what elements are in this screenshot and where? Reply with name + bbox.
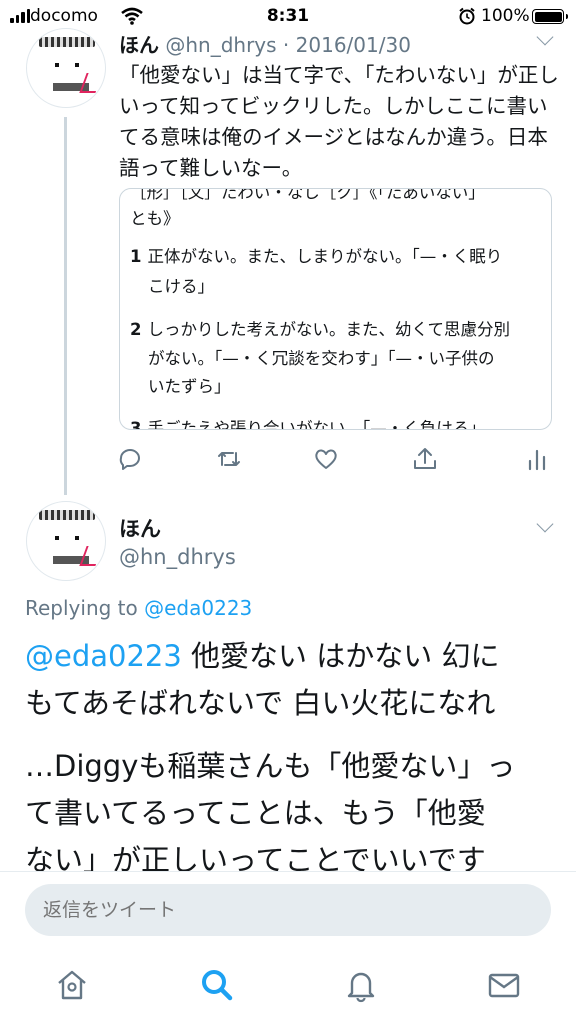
messages-icon[interactable] — [486, 967, 522, 1003]
chevron-down-icon[interactable] — [536, 515, 554, 533]
tweet-text-line: て書いてるってことは、もう「他愛 — [25, 796, 486, 830]
replying-handle-link[interactable]: @eda0223 — [144, 596, 252, 620]
replying-to: Replying to @eda0223 — [25, 596, 252, 620]
definition-cut-line: ［形］［文］たわい・なし［ク］《「たあいない」 — [130, 188, 485, 202]
definition-line: とも》 — [130, 209, 180, 228]
definition-line: がない。「—・く冗談を交わす」「—・い子供の — [148, 349, 495, 368]
battery-percent: 100% — [481, 6, 530, 26]
battery-icon — [532, 9, 568, 24]
definition-text: 手ごたえや張り合いがない。「—・く負ける」 — [147, 419, 486, 430]
tweet-text-line: @eda0223 他愛ない はかない 幻に — [25, 633, 555, 679]
display-name[interactable]: ほん — [119, 33, 159, 57]
definition-line: こける」 — [148, 277, 214, 296]
definition-line: 2 しっかりした考えがない。また、幼くて思慮分別 — [130, 316, 510, 340]
notifications-icon[interactable] — [343, 967, 379, 1003]
avatar[interactable] — [26, 501, 106, 581]
definition-line: 1 正体がない。また、しまりがない。「—・く眠り — [130, 243, 502, 267]
tweet-text-line: もてあそばれないで 白い火花になれ — [25, 686, 496, 720]
image-card[interactable]: ［形］［文］たわい・なし［ク］《「たあいない」 とも》 1 正体がない。また、しま… — [119, 188, 552, 430]
definition-line: 3 手ごたえや張り合いがない。「—・く負ける」 — [130, 415, 486, 430]
avatar[interactable] — [26, 28, 106, 108]
retweet-icon[interactable] — [215, 445, 243, 473]
definition-text: しっかりした考えがない。また、幼くて思慮分別 — [147, 320, 510, 339]
definition-number: 2 — [130, 320, 142, 339]
alarm-icon — [459, 7, 475, 25]
tweet-header: ほん @hn_dhrys · 2016/01/30 — [119, 29, 411, 58]
user-handle[interactable]: @hn_dhrys — [165, 33, 276, 57]
user-handle[interactable]: @hn_dhrys — [119, 545, 236, 569]
search-icon[interactable] — [199, 967, 235, 1003]
like-icon[interactable] — [312, 445, 340, 473]
reply-icon[interactable] — [116, 445, 144, 473]
definition-line: いたずら」 — [148, 377, 231, 396]
separator-dot: · — [282, 33, 290, 57]
share-icon[interactable] — [411, 445, 439, 473]
tweet-text: 他愛ない はかない 幻に — [181, 639, 500, 673]
tweet-date[interactable]: 2016/01/30 — [296, 33, 411, 57]
display-name[interactable]: ほん — [119, 513, 161, 543]
reply-input[interactable] — [25, 884, 551, 936]
home-icon[interactable] — [54, 967, 90, 1003]
analytics-icon[interactable] — [523, 445, 551, 473]
tweet-text-line: …Diggyも稲葉さんも「他愛ない」っ — [25, 749, 516, 783]
replying-label: Replying to — [25, 596, 138, 620]
definition-number: 1 — [130, 247, 142, 266]
definition-number: 3 — [130, 419, 142, 430]
thread-connector-line — [64, 117, 67, 495]
tweet-text: 「他愛ない」は当て字で、「たわいない」が正しいって知ってビックリした。しかしここ… — [119, 63, 559, 180]
mention-link[interactable]: @eda0223 — [25, 639, 182, 673]
definition-text: 正体がない。また、しまりがない。「—・く眠り — [147, 247, 503, 266]
